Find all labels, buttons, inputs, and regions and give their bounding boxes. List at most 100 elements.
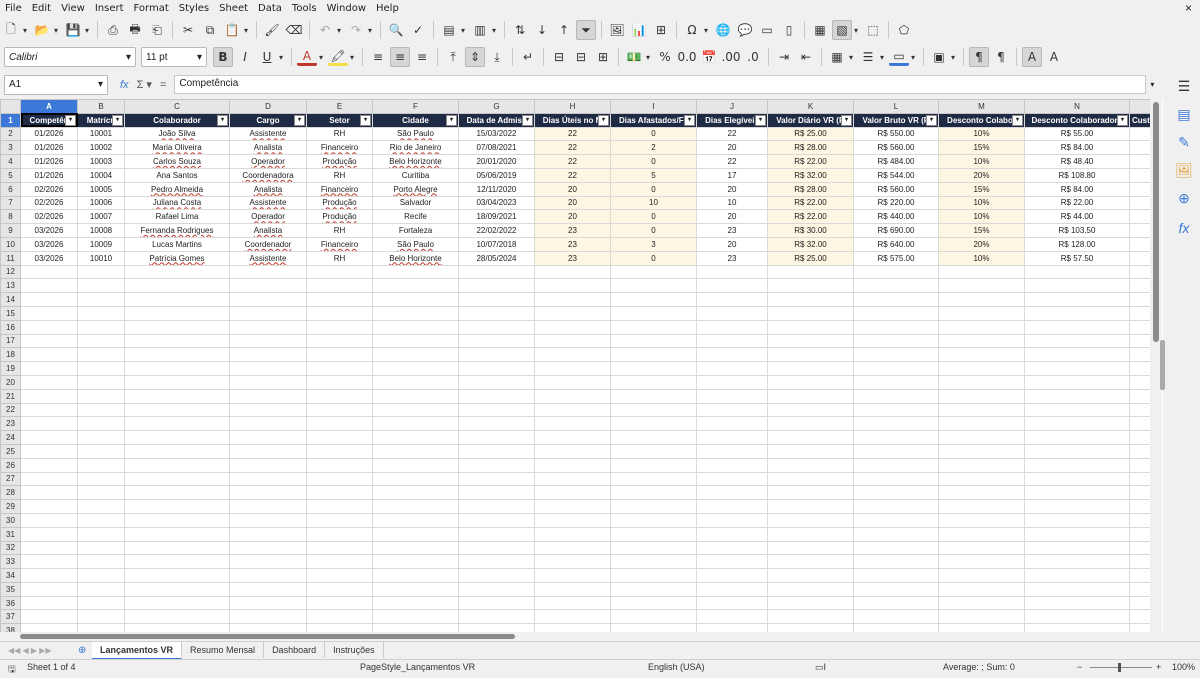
empty-cell[interactable] — [610, 430, 697, 445]
sidebar-menu-icon[interactable]: ☰ — [1174, 78, 1194, 98]
empty-cell[interactable] — [124, 568, 230, 583]
name-box[interactable]: A1 ▾ — [4, 74, 108, 95]
empty-cell[interactable] — [696, 278, 768, 294]
add-decimal-icon[interactable]: .00 — [721, 47, 741, 67]
empty-cell[interactable] — [853, 471, 939, 487]
data-cell[interactable]: R$ 128.00 — [1024, 236, 1130, 252]
new-dropdown-icon[interactable]: ▾ — [20, 20, 30, 40]
empty-cell[interactable] — [696, 540, 768, 556]
empty-cell[interactable] — [1024, 540, 1130, 556]
data-cell[interactable]: Pedro Almeida — [124, 181, 230, 197]
row-header[interactable]: 8 — [0, 209, 21, 225]
empty-cell[interactable] — [767, 388, 854, 404]
empty-cell[interactable] — [1024, 319, 1130, 335]
empty-cell[interactable] — [229, 278, 307, 294]
empty-cell[interactable] — [20, 361, 78, 376]
font-size-combo[interactable]: 11 pt ▾ — [141, 47, 207, 67]
row-header[interactable]: 27 — [0, 471, 21, 487]
zoom-slider-handle[interactable] — [1118, 663, 1121, 672]
data-cell[interactable]: 22 — [534, 154, 611, 169]
empty-cell[interactable] — [77, 388, 125, 404]
empty-cell[interactable] — [306, 540, 373, 556]
empty-cell[interactable] — [853, 305, 939, 321]
tab-navigation-icons[interactable]: ◀◀ ◀ ▶ ▶▶ — [0, 646, 78, 655]
row-header[interactable]: 30 — [0, 512, 21, 528]
data-cell[interactable]: 17 — [696, 167, 768, 183]
row-header[interactable]: 17 — [0, 333, 21, 349]
empty-cell[interactable] — [534, 278, 611, 294]
empty-cell[interactable] — [229, 623, 307, 632]
empty-cell[interactable] — [372, 609, 459, 625]
row-header[interactable]: 32 — [0, 540, 21, 556]
data-cell[interactable]: São Paulo — [372, 236, 459, 252]
empty-cell[interactable] — [458, 499, 535, 514]
empty-cell[interactable] — [20, 457, 78, 473]
empty-cell[interactable] — [229, 319, 307, 335]
empty-cell[interactable] — [767, 361, 854, 376]
data-cell[interactable]: 20 — [696, 236, 768, 252]
empty-cell[interactable] — [1129, 568, 1153, 583]
empty-cell[interactable] — [767, 402, 854, 418]
empty-cell[interactable] — [767, 457, 854, 473]
data-cell[interactable]: 22 — [534, 140, 611, 156]
data-cell[interactable] — [1129, 154, 1153, 169]
empty-cell[interactable] — [306, 485, 373, 501]
empty-cell[interactable] — [696, 292, 768, 307]
borders-icon[interactable]: ▦ — [827, 47, 847, 67]
delete-decimal-icon[interactable]: .0 — [743, 47, 763, 67]
empty-cell[interactable] — [458, 512, 535, 528]
empty-cell[interactable] — [306, 388, 373, 404]
data-cell[interactable]: 0 — [610, 209, 697, 225]
empty-cell[interactable] — [1024, 402, 1130, 418]
empty-cell[interactable] — [853, 402, 939, 418]
align-right-icon[interactable]: ≡ — [412, 47, 432, 67]
empty-cell[interactable] — [534, 443, 611, 459]
empty-cell[interactable] — [306, 430, 373, 445]
empty-cell[interactable] — [696, 333, 768, 349]
empty-cell[interactable] — [534, 457, 611, 473]
empty-cell[interactable] — [458, 388, 535, 404]
row-header[interactable]: 12 — [0, 264, 21, 280]
data-cell[interactable]: 20% — [938, 236, 1025, 252]
empty-cell[interactable] — [534, 554, 611, 570]
add-sheet-icon[interactable]: ⊕ — [78, 645, 92, 656]
data-cell[interactable]: 03/04/2023 — [458, 195, 535, 211]
empty-cell[interactable] — [938, 457, 1025, 473]
empty-cell[interactable] — [610, 443, 697, 459]
data-cell[interactable]: Porto Alegre — [372, 181, 459, 197]
empty-cell[interactable] — [458, 292, 535, 307]
data-cell[interactable]: 10% — [938, 209, 1025, 225]
empty-cell[interactable] — [610, 319, 697, 335]
autofilter-dropdown-icon[interactable]: ▾ — [446, 114, 457, 126]
empty-cell[interactable] — [124, 609, 230, 625]
data-cell[interactable]: R$ 220.00 — [853, 195, 939, 211]
empty-cell[interactable] — [372, 623, 459, 632]
empty-cell[interactable] — [20, 416, 78, 432]
data-cell[interactable]: Assistente — [229, 250, 307, 266]
empty-cell[interactable] — [853, 388, 939, 404]
empty-cell[interactable] — [77, 623, 125, 632]
empty-cell[interactable] — [458, 347, 535, 363]
data-cell[interactable]: Coordenador — [229, 236, 307, 252]
menu-styles[interactable]: Styles — [174, 3, 214, 14]
empty-cell[interactable] — [229, 499, 307, 514]
right-to-left-icon[interactable]: ¶ — [991, 47, 1011, 67]
data-cell[interactable]: 10004 — [77, 167, 125, 183]
menu-help[interactable]: Help — [371, 3, 404, 14]
empty-cell[interactable] — [372, 581, 459, 597]
empty-cell[interactable] — [124, 471, 230, 487]
empty-cell[interactable] — [938, 554, 1025, 570]
empty-cell[interactable] — [938, 278, 1025, 294]
empty-cell[interactable] — [306, 499, 373, 514]
empty-cell[interactable] — [124, 333, 230, 349]
autofilter-dropdown-icon[interactable]: ▾ — [841, 114, 852, 126]
empty-cell[interactable] — [767, 499, 854, 514]
empty-cell[interactable] — [1129, 554, 1153, 570]
data-cell[interactable]: 15% — [938, 140, 1025, 156]
header-cell[interactable]: Colaborador ▾ — [124, 112, 230, 128]
empty-cell[interactable] — [372, 402, 459, 418]
empty-cell[interactable] — [20, 568, 78, 583]
sort-icon[interactable]: ⇅ — [510, 20, 530, 40]
empty-cell[interactable] — [229, 264, 307, 280]
empty-cell[interactable] — [534, 526, 611, 542]
